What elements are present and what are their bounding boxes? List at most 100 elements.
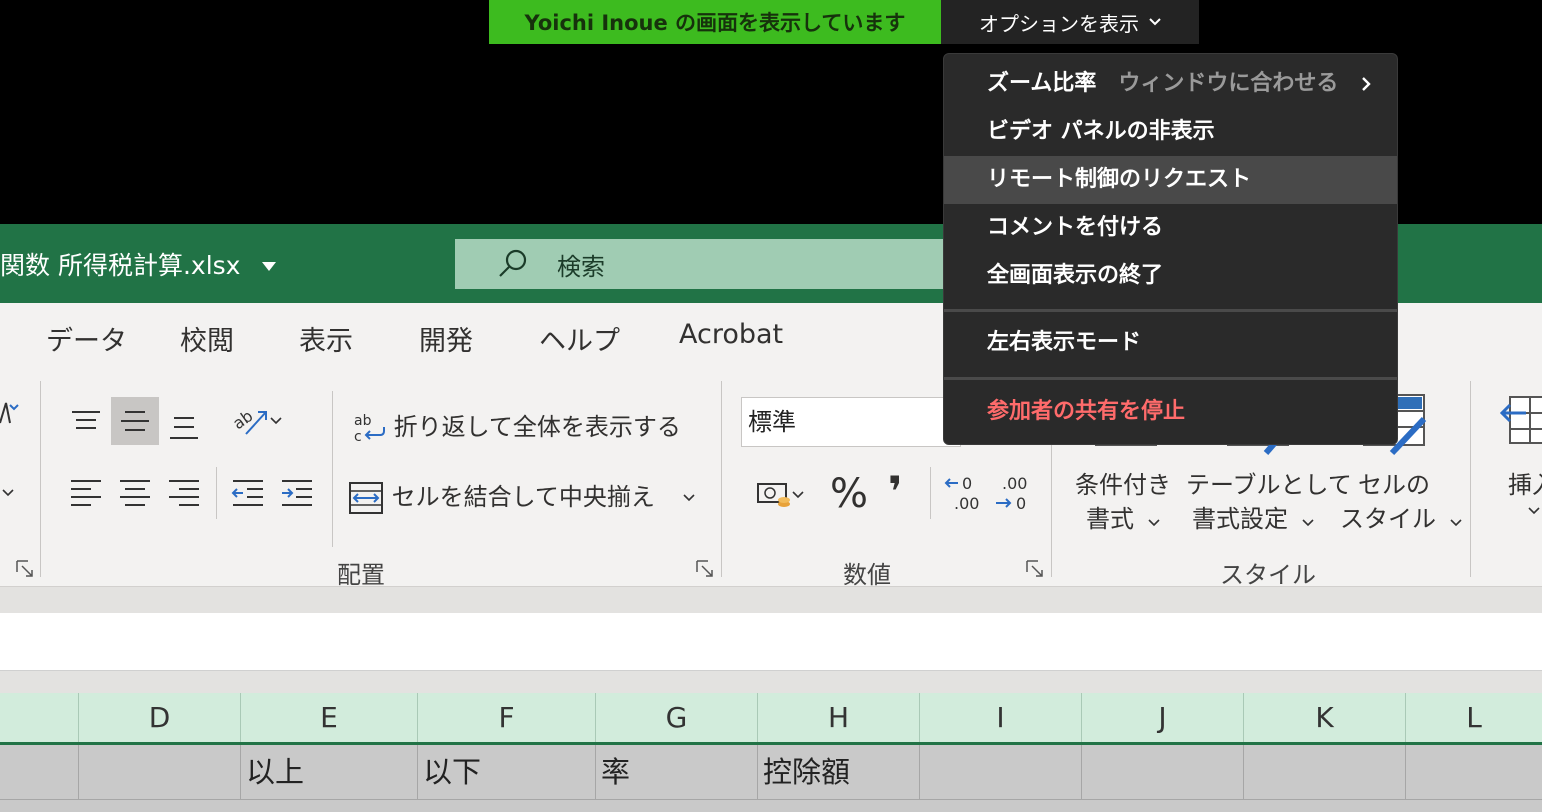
percent-style-button[interactable]: % — [830, 471, 868, 517]
align-center-button[interactable] — [111, 469, 159, 517]
zoom-ratio-label: ズーム比率 — [987, 71, 1097, 96]
merge-center-button[interactable]: セルを結合して中央揃え — [348, 477, 695, 515]
align-right-button[interactable] — [160, 469, 208, 517]
tab-review[interactable]: 校閲 — [180, 319, 234, 358]
alignment-dialog-launcher-icon[interactable] — [696, 560, 714, 578]
accounting-format-button[interactable] — [744, 471, 816, 519]
document-title[interactable]: 関数 所得税計算.xlsx — [0, 246, 277, 282]
column-header-row: D E F G H I J K L — [0, 693, 1542, 745]
cell-styles-label-2: スタイル — [1340, 499, 1462, 534]
wrap-text-button[interactable]: ab c 折り返して全体を表示する — [352, 407, 681, 445]
svg-text:ab: ab — [354, 413, 372, 429]
view-options-menu: ズーム比率 ウィンドウに合わせる ビデオ パネルの非表示 リモート制御のリクエスト… — [943, 53, 1398, 445]
menu-divider — [944, 309, 1397, 312]
column-header-g[interactable]: G — [596, 693, 758, 742]
table-format-label-2: 書式設定 — [1192, 499, 1314, 534]
column-header-i[interactable]: I — [920, 693, 1082, 742]
chevron-down-icon — [1528, 507, 1540, 515]
number-format-select[interactable]: 標準 — [741, 397, 961, 447]
zoom-ratio-value: ウィンドウに合わせる — [1118, 71, 1339, 96]
svg-text:.00: .00 — [954, 494, 979, 513]
group-divider — [721, 381, 722, 577]
cell[interactable]: 以下 — [418, 745, 596, 799]
chevron-down-icon — [792, 491, 804, 499]
group-divider — [40, 381, 41, 577]
align-middle-button[interactable] — [111, 397, 159, 445]
table-row — [0, 799, 1542, 812]
cond-format-label-1: 条件付き — [1075, 471, 1171, 499]
increase-indent-icon — [282, 480, 312, 506]
comma-style-button[interactable]: ❜ — [888, 467, 903, 516]
column-header-j[interactable]: J — [1082, 693, 1244, 742]
align-left-button[interactable] — [62, 469, 110, 517]
number-dialog-launcher-icon[interactable] — [1026, 560, 1044, 578]
chevron-down-icon — [682, 494, 695, 502]
svg-text:0: 0 — [1016, 494, 1026, 513]
column-header-l[interactable]: L — [1406, 693, 1542, 742]
menu-item-side-by-side[interactable]: 左右表示モード — [944, 319, 1397, 367]
insert-cells-button[interactable]: 挿入 — [1498, 389, 1542, 529]
cell[interactable] — [1244, 745, 1406, 799]
tab-developer[interactable]: 開発 — [419, 319, 473, 358]
table-format-label-1: テーブルとして — [1186, 471, 1352, 499]
merge-center-icon — [349, 482, 383, 514]
group-divider — [1470, 381, 1471, 577]
align-top-button[interactable] — [62, 397, 110, 445]
formula-bar[interactable] — [0, 613, 1542, 671]
cell[interactable] — [920, 745, 1082, 799]
cell[interactable]: 控除額 — [758, 745, 920, 799]
orientation-button[interactable]: ab — [222, 397, 292, 445]
text-orientation-icon: ab — [232, 406, 267, 435]
tab-acrobat[interactable]: Acrobat — [679, 319, 783, 350]
menu-item-stop-share[interactable]: 参加者の共有を停止 — [944, 388, 1397, 436]
chevron-down-icon — [1302, 519, 1314, 527]
group-label-alignment: 配置 — [337, 561, 385, 589]
increase-indent-button[interactable] — [273, 469, 321, 517]
cell[interactable]: 以上 — [241, 745, 418, 799]
font-dialog-launcher-icon[interactable] — [16, 560, 34, 578]
align-bottom-button[interactable] — [160, 403, 208, 451]
chevron-down-icon — [1148, 519, 1160, 527]
divider — [930, 467, 931, 519]
merge-center-label: セルを結合して中央揃え — [391, 483, 655, 511]
tab-help[interactable]: ヘルプ — [539, 319, 620, 358]
sheet-top-gap — [0, 671, 1542, 693]
increase-decimal-button[interactable]: 0.00 — [938, 469, 986, 517]
menu-item-exit-fullscreen[interactable]: 全画面表示の終了 — [944, 252, 1397, 300]
cell[interactable] — [79, 745, 241, 799]
cell[interactable] — [1082, 745, 1244, 799]
view-options-button[interactable]: オプションを表示 — [941, 0, 1199, 44]
tab-data[interactable]: データ — [46, 319, 127, 358]
tab-view[interactable]: 表示 — [299, 319, 353, 358]
column-header-k[interactable]: K — [1244, 693, 1406, 742]
svg-text:0: 0 — [962, 474, 972, 493]
cell[interactable] — [0, 745, 79, 799]
align-left-icon — [71, 480, 101, 506]
decrease-decimal-icon: .000 — [996, 474, 1027, 513]
menu-divider — [944, 377, 1397, 380]
chevron-down-icon — [2, 489, 14, 497]
cell[interactable] — [1406, 745, 1542, 799]
cond-format-label-2-text: 書式 — [1086, 505, 1134, 533]
chevron-down-icon — [1450, 519, 1462, 527]
divider — [332, 391, 333, 547]
column-header-h[interactable]: H — [758, 693, 920, 742]
table-row: 以上 以下 率 控除額 — [0, 745, 1542, 799]
menu-item-annotate[interactable]: コメントを付ける — [944, 204, 1397, 252]
column-header-d[interactable]: D — [79, 693, 241, 742]
menu-item-request-control[interactable]: リモート制御のリクエスト — [944, 156, 1397, 204]
chevron-down-icon — [270, 417, 282, 425]
align-right-icon — [169, 480, 199, 506]
menu-item-hide-video[interactable]: ビデオ パネルの非表示 — [944, 108, 1397, 156]
accounting-icon — [757, 483, 790, 507]
menu-item-zoom-ratio[interactable]: ズーム比率 ウィンドウに合わせる — [944, 60, 1397, 108]
share-status-label: Yoichi Inoue の画面を表示しています — [489, 0, 941, 44]
column-header-f[interactable]: F — [418, 693, 596, 742]
decrease-decimal-button[interactable]: .00 0 — [988, 469, 1036, 517]
divider — [216, 467, 217, 519]
row-number-corner[interactable] — [0, 693, 79, 742]
decrease-indent-button[interactable] — [224, 469, 272, 517]
align-top-icon — [72, 411, 100, 429]
column-header-e[interactable]: E — [241, 693, 418, 742]
cell[interactable]: 率 — [596, 745, 758, 799]
